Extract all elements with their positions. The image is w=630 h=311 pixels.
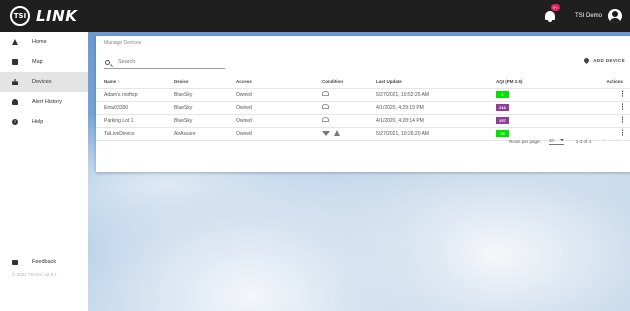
devices-icon: [12, 79, 18, 85]
bell-icon: [12, 99, 18, 105]
page-title: Manage Devices: [104, 40, 142, 46]
condition-cell: [322, 114, 376, 128]
aqi-cell: 1: [496, 88, 593, 102]
access-cell: Owned: [236, 101, 322, 115]
rows-per-page-select[interactable]: 10: [548, 137, 564, 145]
map-icon: [12, 59, 18, 65]
rows-per-page-label: Rows per page:: [509, 138, 541, 144]
aqi-cell: 216: [496, 101, 593, 115]
sidebar-item-label: Devices: [32, 79, 52, 85]
add-location-icon: [583, 56, 591, 65]
home-icon: [12, 39, 18, 45]
wifi-off-icon: [322, 91, 329, 96]
wifi-off-icon: [322, 104, 329, 109]
pagination-range: 1-4 of 4: [575, 138, 591, 144]
table-pagination: Rows per page: 10 1-4 of 4 ‹ ›: [96, 134, 630, 148]
column-header-aqi[interactable]: AQI (PM 2.5): [496, 76, 593, 89]
aqi-badge: 1: [496, 91, 509, 98]
last-update-cell: 4/1/2020, 4:28:14 PM: [376, 114, 496, 128]
notifications-bell-icon[interactable]: 9+: [543, 4, 560, 23]
sidebar-item-label: Home: [32, 39, 47, 45]
sidebar-item-home[interactable]: Home: [0, 32, 88, 52]
column-header-condition[interactable]: Condition: [322, 76, 376, 89]
device-name-cell: Parking Lot 1: [96, 114, 174, 128]
device-type-cell: BlueSky: [174, 114, 236, 128]
access-cell: Owned: [236, 88, 322, 102]
notification-count-badge: 9+: [550, 4, 560, 11]
table-row[interactable]: Parking Lot 1 BlueSky Owned 4/1/2020, 4:…: [96, 114, 630, 128]
sidebar: Home Map Devices Alert History ? Help: [0, 32, 88, 311]
add-device-button[interactable]: ADD DEVICE: [583, 56, 625, 65]
actions-cell: [593, 101, 630, 115]
wifi-off-icon: [322, 117, 329, 122]
top-app-bar: TSI LINK 9+ TSI Demo: [0, 0, 630, 32]
tsi-logo-badge: TSI: [10, 6, 30, 26]
aqi-cell: 257: [496, 114, 593, 128]
feedback-label: Feedback: [32, 259, 57, 265]
condition-cell: [322, 88, 376, 102]
sidebar-item-help[interactable]: ? Help: [0, 112, 88, 132]
column-header-actions: Actions: [593, 76, 630, 89]
copyright-version: © 2021 TSI Inc. v2.0.1: [12, 272, 57, 277]
column-header-name[interactable]: Name ↑: [96, 76, 174, 89]
more-vert-icon[interactable]: [621, 90, 623, 97]
more-vert-icon[interactable]: [621, 116, 623, 123]
feedback-icon: [12, 259, 18, 265]
devices-table: Name ↑ Device Access Condition Last Upda…: [96, 76, 630, 141]
column-header-device[interactable]: Device: [174, 76, 236, 89]
sidebar-item-label: Help: [32, 119, 44, 125]
logo-text: LINK: [36, 7, 78, 25]
device-name-cell: Adam's rooftop: [96, 88, 174, 102]
add-device-label: ADD DEVICE: [593, 58, 625, 63]
aqi-badge: 257: [496, 117, 509, 124]
column-header-last-update[interactable]: Last Update: [376, 76, 496, 89]
user-name[interactable]: TSI Demo: [575, 13, 602, 19]
rows-per-page-value: 10: [548, 137, 554, 143]
sidebar-item-alert-history[interactable]: Alert History: [0, 92, 88, 112]
table-row[interactable]: Emu03300 BlueSky Owned 4/1/2020, 4:29:19…: [96, 101, 630, 115]
next-page-icon[interactable]: ›: [617, 138, 619, 144]
sidebar-item-map[interactable]: Map: [0, 52, 88, 72]
feedback-link[interactable]: Feedback: [0, 256, 88, 268]
sidebar-item-label: Alert History: [32, 99, 62, 105]
device-type-cell: BlueSky: [174, 88, 236, 102]
manage-devices-card: Manage Devices ADD DEVICE Name ↑ Device …: [96, 36, 630, 172]
device-name-cell: Emu03300: [96, 101, 174, 115]
tsi-link-logo[interactable]: TSI LINK: [10, 6, 77, 26]
device-type-cell: BlueSky: [174, 101, 236, 115]
table-row[interactable]: Adam's rooftop BlueSky Owned 5/27/2021, …: [96, 88, 630, 102]
table-header-row: Name ↑ Device Access Condition Last Upda…: [96, 76, 630, 89]
sidebar-item-devices[interactable]: Devices: [0, 72, 88, 92]
aqi-badge: 216: [496, 104, 509, 111]
access-cell: Owned: [236, 114, 322, 128]
sidebar-item-label: Map: [32, 59, 43, 65]
search-field: [104, 56, 225, 69]
last-update-cell: 5/27/2021, 10:52:25 AM: [376, 88, 496, 102]
actions-cell: [593, 114, 630, 128]
column-header-access[interactable]: Access: [236, 76, 322, 89]
search-input[interactable]: [118, 59, 218, 65]
more-vert-icon[interactable]: [621, 103, 623, 110]
actions-cell: [593, 88, 630, 102]
account-avatar-icon[interactable]: [608, 9, 622, 23]
last-update-cell: 4/1/2020, 4:29:19 PM: [376, 101, 496, 115]
help-icon: ?: [12, 119, 18, 125]
condition-cell: [322, 101, 376, 115]
previous-page-icon[interactable]: ‹: [603, 138, 605, 144]
search-icon: [105, 59, 110, 65]
dropdown-arrow-icon: [559, 139, 564, 141]
